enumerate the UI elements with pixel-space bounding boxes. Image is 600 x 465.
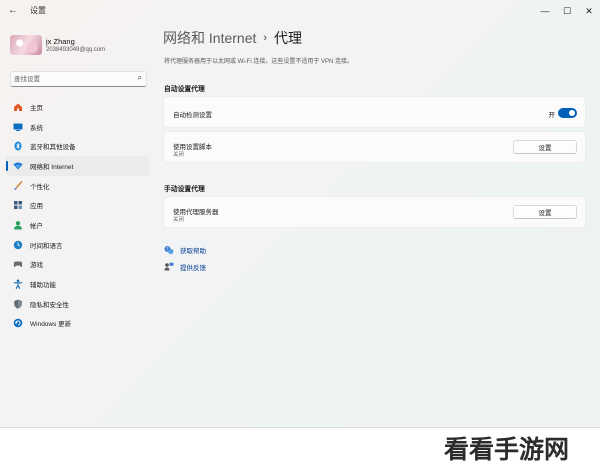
sidebar-item-label: 主页: [30, 104, 43, 112]
page-description: 将代理服务器用于以太网或 Wi-Fi 连接。这些设置不适用于 VPN 连接。: [164, 59, 353, 65]
sidebar-item-label: 帐户: [30, 222, 43, 230]
title-bar: ← 设置 — ☐ ✕: [0, 0, 600, 22]
auto-detect-toggle[interactable]: [558, 108, 577, 118]
help-icon: ?: [164, 245, 174, 255]
sidebar-item-label: 隐私和安全性: [30, 301, 69, 309]
breadcrumb-separator: ›: [263, 32, 268, 44]
sidebar-item-system[interactable]: 系统: [6, 117, 149, 137]
auto-detect-state: 开: [548, 112, 556, 119]
feedback-icon: [164, 262, 174, 272]
give-feedback-label: 提供反馈: [180, 265, 206, 272]
search-input[interactable]: [14, 73, 124, 85]
auto-detect-card: 自动检测设置 开: [163, 96, 586, 128]
settings-window: ← 设置 — ☐ ✕ jx Zhang 2038493049@qq.com ⌕ …: [0, 0, 600, 428]
accounts-icon: [12, 219, 24, 231]
sidebar-item-privacy[interactable]: 隐私和安全性: [6, 294, 149, 314]
sidebar-item-label: 蓝牙和其他设备: [30, 144, 76, 152]
sidebar-item-label: Windows 更新: [30, 321, 72, 329]
sidebar-item-windows-update[interactable]: Windows 更新: [6, 314, 149, 334]
sidebar-item-label: 网络和 Internet: [30, 163, 74, 171]
accessibility-icon: [12, 278, 24, 290]
sidebar-item-gaming[interactable]: 游戏: [6, 255, 149, 275]
user-email: 2038493049@qq.com: [46, 47, 106, 53]
page-title: 代理: [274, 30, 303, 46]
sidebar-item-label: 系统: [30, 124, 43, 132]
home-icon: [12, 101, 24, 113]
maximize-button[interactable]: ☐: [556, 0, 578, 22]
setup-script-card: 使用设置脚本 关闭 设置: [163, 131, 586, 163]
setup-script-state: 关闭: [173, 152, 185, 158]
proxy-server-card: 使用代理服务器 关闭 设置: [163, 196, 586, 228]
auto-detect-label: 自动检测设置: [173, 112, 212, 119]
toggle-knob: [569, 110, 575, 116]
apps-icon: [12, 199, 24, 211]
sidebar-item-bluetooth[interactable]: 蓝牙和其他设备: [6, 136, 149, 156]
network-icon: [12, 160, 24, 172]
privacy-icon: [12, 298, 24, 310]
user-name: jx Zhang: [46, 37, 75, 46]
sidebar-item-network[interactable]: 网络和 Internet: [6, 156, 149, 176]
sidebar-item-label: 时间和语言: [30, 242, 63, 250]
manual-proxy-section-title: 手动设置代理: [164, 186, 205, 193]
sidebar-item-apps[interactable]: 应用: [6, 195, 149, 215]
sidebar-nav: 主页 系统 蓝牙和其他设备 网络和 Internet 个性化 应用 帐户 时间和…: [6, 97, 149, 333]
breadcrumb-parent[interactable]: 网络和 Internet: [163, 28, 256, 48]
sidebar-item-accessibility[interactable]: 辅助功能: [6, 274, 149, 294]
sidebar-item-label: 个性化: [30, 183, 50, 191]
sidebar-item-personalization[interactable]: 个性化: [6, 176, 149, 196]
sidebar-item-label: 辅助功能: [30, 282, 56, 290]
breadcrumb: 网络和 Internet › 代理: [163, 28, 302, 48]
auto-proxy-section-title: 自动设置代理: [164, 86, 205, 93]
give-feedback-link[interactable]: 提供反馈: [164, 262, 206, 272]
window-controls: — ☐ ✕: [534, 0, 600, 22]
bluetooth-icon: [12, 140, 24, 152]
search-box: ⌕: [10, 71, 147, 87]
sidebar-item-label: 游戏: [30, 262, 43, 270]
app-title: 设置: [30, 6, 46, 15]
proxy-server-button[interactable]: 设置: [513, 205, 577, 219]
get-help-link[interactable]: ? 获取帮助: [164, 245, 206, 255]
sidebar-item-label: 应用: [30, 203, 43, 211]
search-icon[interactable]: ⌕: [138, 73, 142, 83]
windows-update-icon: [12, 317, 24, 329]
sidebar-item-home[interactable]: 主页: [6, 97, 149, 117]
back-button[interactable]: ←: [6, 4, 20, 18]
system-icon: [12, 121, 24, 133]
time-language-icon: [12, 239, 24, 251]
watermark-logo: 看看手游网: [444, 435, 570, 464]
proxy-server-state: 关闭: [173, 217, 185, 223]
sidebar-item-accounts[interactable]: 帐户: [6, 215, 149, 235]
setup-script-button[interactable]: 设置: [513, 140, 577, 154]
get-help-label: 获取帮助: [180, 248, 206, 255]
close-button[interactable]: ✕: [578, 0, 600, 22]
minimize-button[interactable]: —: [534, 0, 556, 22]
gaming-icon: [12, 258, 24, 270]
sidebar-item-time-language[interactable]: 时间和语言: [6, 235, 149, 255]
personalization-icon: [12, 180, 24, 192]
avatar[interactable]: [10, 35, 42, 55]
